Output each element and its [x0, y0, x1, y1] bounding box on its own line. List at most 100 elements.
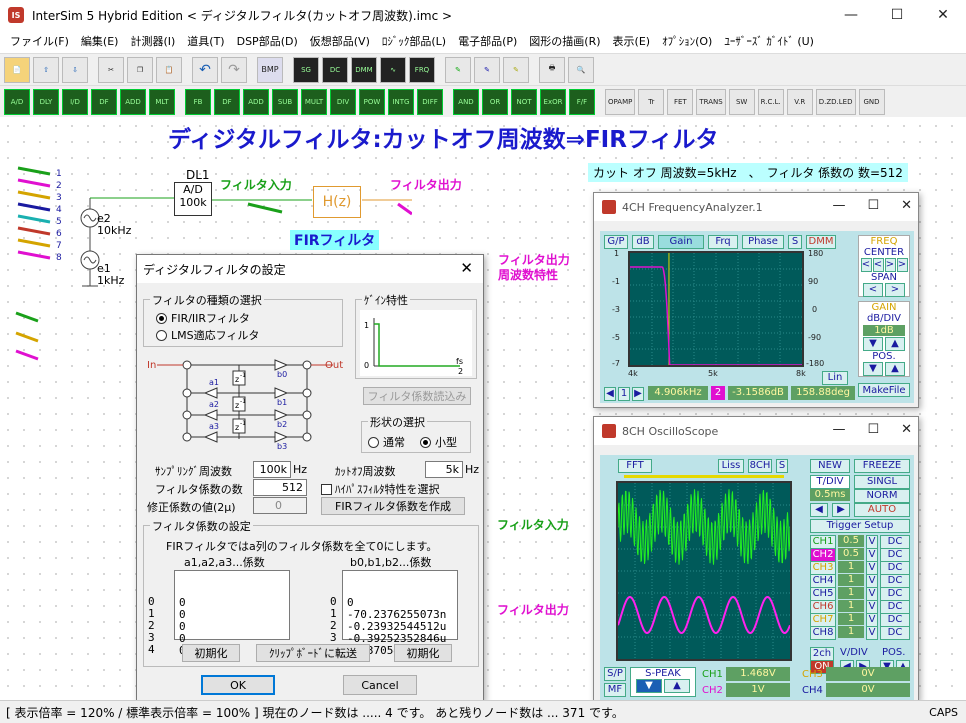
osc-channel-8-coupling[interactable]: DC — [880, 626, 910, 640]
ad-converter-block[interactable]: A/D 100k — [174, 182, 212, 216]
add2-part-button[interactable]: ADD — [243, 88, 269, 115]
pow-part-button[interactable]: POW — [359, 88, 385, 115]
osc-channel-3-button[interactable]: CH3 — [810, 561, 836, 575]
osc-trigger-setup-button[interactable]: Trigger Setup — [810, 519, 910, 533]
coef-count-field[interactable]: 512 — [253, 479, 307, 496]
osc-trigger-bar[interactable] — [624, 475, 784, 478]
minimize-icon[interactable]: — — [832, 198, 845, 213]
osc-channel-5-button[interactable]: CH5 — [810, 587, 836, 601]
close-icon[interactable]: ✕ — [901, 198, 912, 213]
osc-tdiv-right[interactable]: ▶ — [832, 503, 850, 517]
trans-part-button[interactable]: TRANS — [696, 88, 726, 115]
opamp-part-button[interactable]: OPAMP — [605, 88, 636, 115]
osc-channel-8-button[interactable]: CH8 — [810, 626, 836, 640]
fa-next-icon[interactable]: ▶ — [632, 387, 644, 401]
new-icon[interactable]: 📄 — [4, 56, 30, 83]
fa-center-down[interactable]: < — [860, 258, 872, 272]
lms-radio[interactable]: LMS適応フィルタ — [156, 327, 259, 343]
fa-tab-gp[interactable]: G/P — [604, 235, 628, 249]
fa-gain-down[interactable]: ▼ — [863, 337, 883, 351]
maximize-icon[interactable]: ☐ — [874, 0, 920, 30]
mlt-part-button[interactable]: MLT — [149, 88, 175, 115]
osc-channel-2-v-unit[interactable]: V — [866, 548, 878, 562]
init-b-button[interactable]: 初期化 — [394, 644, 452, 662]
osc-channel-2-button[interactable]: CH2 — [810, 548, 836, 562]
osc-channel-6-v-unit[interactable]: V — [866, 600, 878, 614]
osc-s-button[interactable]: S — [776, 459, 788, 473]
id-part-button[interactable]: I/D — [62, 88, 88, 115]
osc-auto-button[interactable]: AUTO — [854, 503, 910, 517]
cancel-button[interactable]: Cancel — [343, 675, 417, 695]
osc-tdiv-left[interactable]: ◀ — [810, 503, 828, 517]
osc-fft-button[interactable]: FFT — [618, 459, 652, 473]
osc-singl-button[interactable]: SINGL — [854, 475, 910, 489]
menu-instruments[interactable]: 計測器(I) — [124, 33, 181, 49]
a-coef-value[interactable]: 0 — [179, 597, 285, 609]
menu-electronic[interactable]: 電子部品(P) — [452, 33, 523, 49]
fb-part-button[interactable]: FB — [185, 88, 211, 115]
osc-new-button[interactable]: NEW — [810, 459, 850, 473]
minimize-icon[interactable]: — — [832, 422, 845, 437]
osc-2ch-button[interactable]: 2ch — [810, 647, 834, 661]
osc-speak-up[interactable]: ▲ — [664, 679, 690, 693]
sampling-field[interactable]: 100k — [253, 461, 291, 478]
fa-tab-gain[interactable]: Gain — [658, 235, 704, 249]
fa-tab-dmm[interactable]: DMM — [806, 235, 836, 249]
menu-dsp[interactable]: DSP部品(D) — [231, 33, 304, 49]
fa-ch-button[interactable]: 1 — [618, 387, 630, 401]
osc-channel-7-coupling[interactable]: DC — [880, 613, 910, 627]
osc-liss-button[interactable]: Liss — [718, 459, 744, 473]
menu-options[interactable]: ｵﾌﾟｼｮﾝ(O) — [656, 33, 718, 49]
menu-logic[interactable]: ﾛｼﾞｯｸ部品(L) — [376, 33, 452, 49]
cut-icon[interactable]: ✂ — [98, 56, 124, 83]
probe-stack[interactable]: 1 2 3 4 5 6 7 8 — [10, 158, 70, 268]
open-icon[interactable]: ⇧ — [33, 56, 59, 83]
frequency-counter-icon[interactable]: FRQ — [409, 56, 435, 83]
menu-virtual[interactable]: 仮想部品(V) — [304, 33, 376, 49]
undo-icon[interactable]: ↶ — [192, 56, 218, 83]
ad-part-button[interactable]: A/D — [4, 88, 30, 115]
osc-channel-1-coupling[interactable]: DC — [880, 535, 910, 549]
menu-view[interactable]: 表示(E) — [607, 33, 657, 49]
redo-icon[interactable]: ↷ — [221, 56, 247, 83]
radio-dot[interactable] — [420, 436, 431, 448]
fa-lin-button[interactable]: Lin — [822, 371, 848, 385]
minimize-icon[interactable]: — — [828, 0, 874, 30]
df-part-button[interactable]: DF — [91, 88, 117, 115]
diff-part-button[interactable]: DIFF — [417, 88, 443, 115]
rcl-part-button[interactable]: R.C.L. — [757, 88, 784, 115]
osc-channel-1-v-unit[interactable]: V — [866, 535, 878, 549]
osc-speak-down[interactable]: ▼ — [636, 679, 662, 693]
menu-draw[interactable]: 図形の描画(R) — [523, 33, 606, 49]
save-icon[interactable]: ⇩ — [62, 56, 88, 83]
read-coefficients-button[interactable]: フィルタ係数読込み — [363, 387, 471, 405]
osc-channel-2-coupling[interactable]: DC — [880, 548, 910, 562]
b-coefficient-list[interactable]: 0 -70.2376255073n -0.23932544512u -0.392523… — [342, 570, 458, 657]
maximize-icon[interactable]: ☐ — [867, 422, 879, 437]
ff-part-button[interactable]: F/F — [569, 88, 595, 115]
print-preview-icon[interactable]: 🔍 — [568, 56, 594, 83]
maximize-icon[interactable]: ☐ — [867, 198, 879, 213]
close-icon[interactable]: ✕ — [920, 0, 966, 30]
and-part-button[interactable]: AND — [453, 88, 479, 115]
osc-channel-8-v-unit[interactable]: V — [866, 626, 878, 640]
osc-channel-7-v-unit[interactable]: V — [866, 613, 878, 627]
osc-screen[interactable] — [616, 481, 792, 661]
ok-button[interactable]: OK — [201, 675, 275, 695]
hpf-checkbox[interactable]: ﾊｲﾊﾟｽﾌｨﾙﾀ特性を選択 — [321, 481, 440, 497]
vr-part-button[interactable]: V.R — [786, 88, 813, 115]
fa-tab-frq[interactable]: Frq — [708, 235, 738, 249]
sub-part-button[interactable]: SUB — [272, 88, 298, 115]
tr-part-button[interactable]: Tr — [638, 88, 665, 115]
probe-yellow-icon[interactable]: ✎ — [503, 56, 529, 83]
cutoff-field[interactable]: 5k — [425, 461, 463, 478]
a-coef-value[interactable]: 0 — [179, 609, 285, 621]
shape-normal-radio[interactable]: 通常 — [368, 434, 405, 450]
fa-gain-up[interactable]: ▲ — [885, 337, 905, 351]
osc-norm-button[interactable]: NORM — [854, 489, 910, 503]
signal-generator-icon[interactable]: SG — [293, 56, 319, 83]
osc-freeze-button[interactable]: FREEZE — [854, 459, 910, 473]
osc-mf-button[interactable]: MF — [604, 683, 626, 697]
osc-channel-4-coupling[interactable]: DC — [880, 574, 910, 588]
osc-channel-4-v-unit[interactable]: V — [866, 574, 878, 588]
